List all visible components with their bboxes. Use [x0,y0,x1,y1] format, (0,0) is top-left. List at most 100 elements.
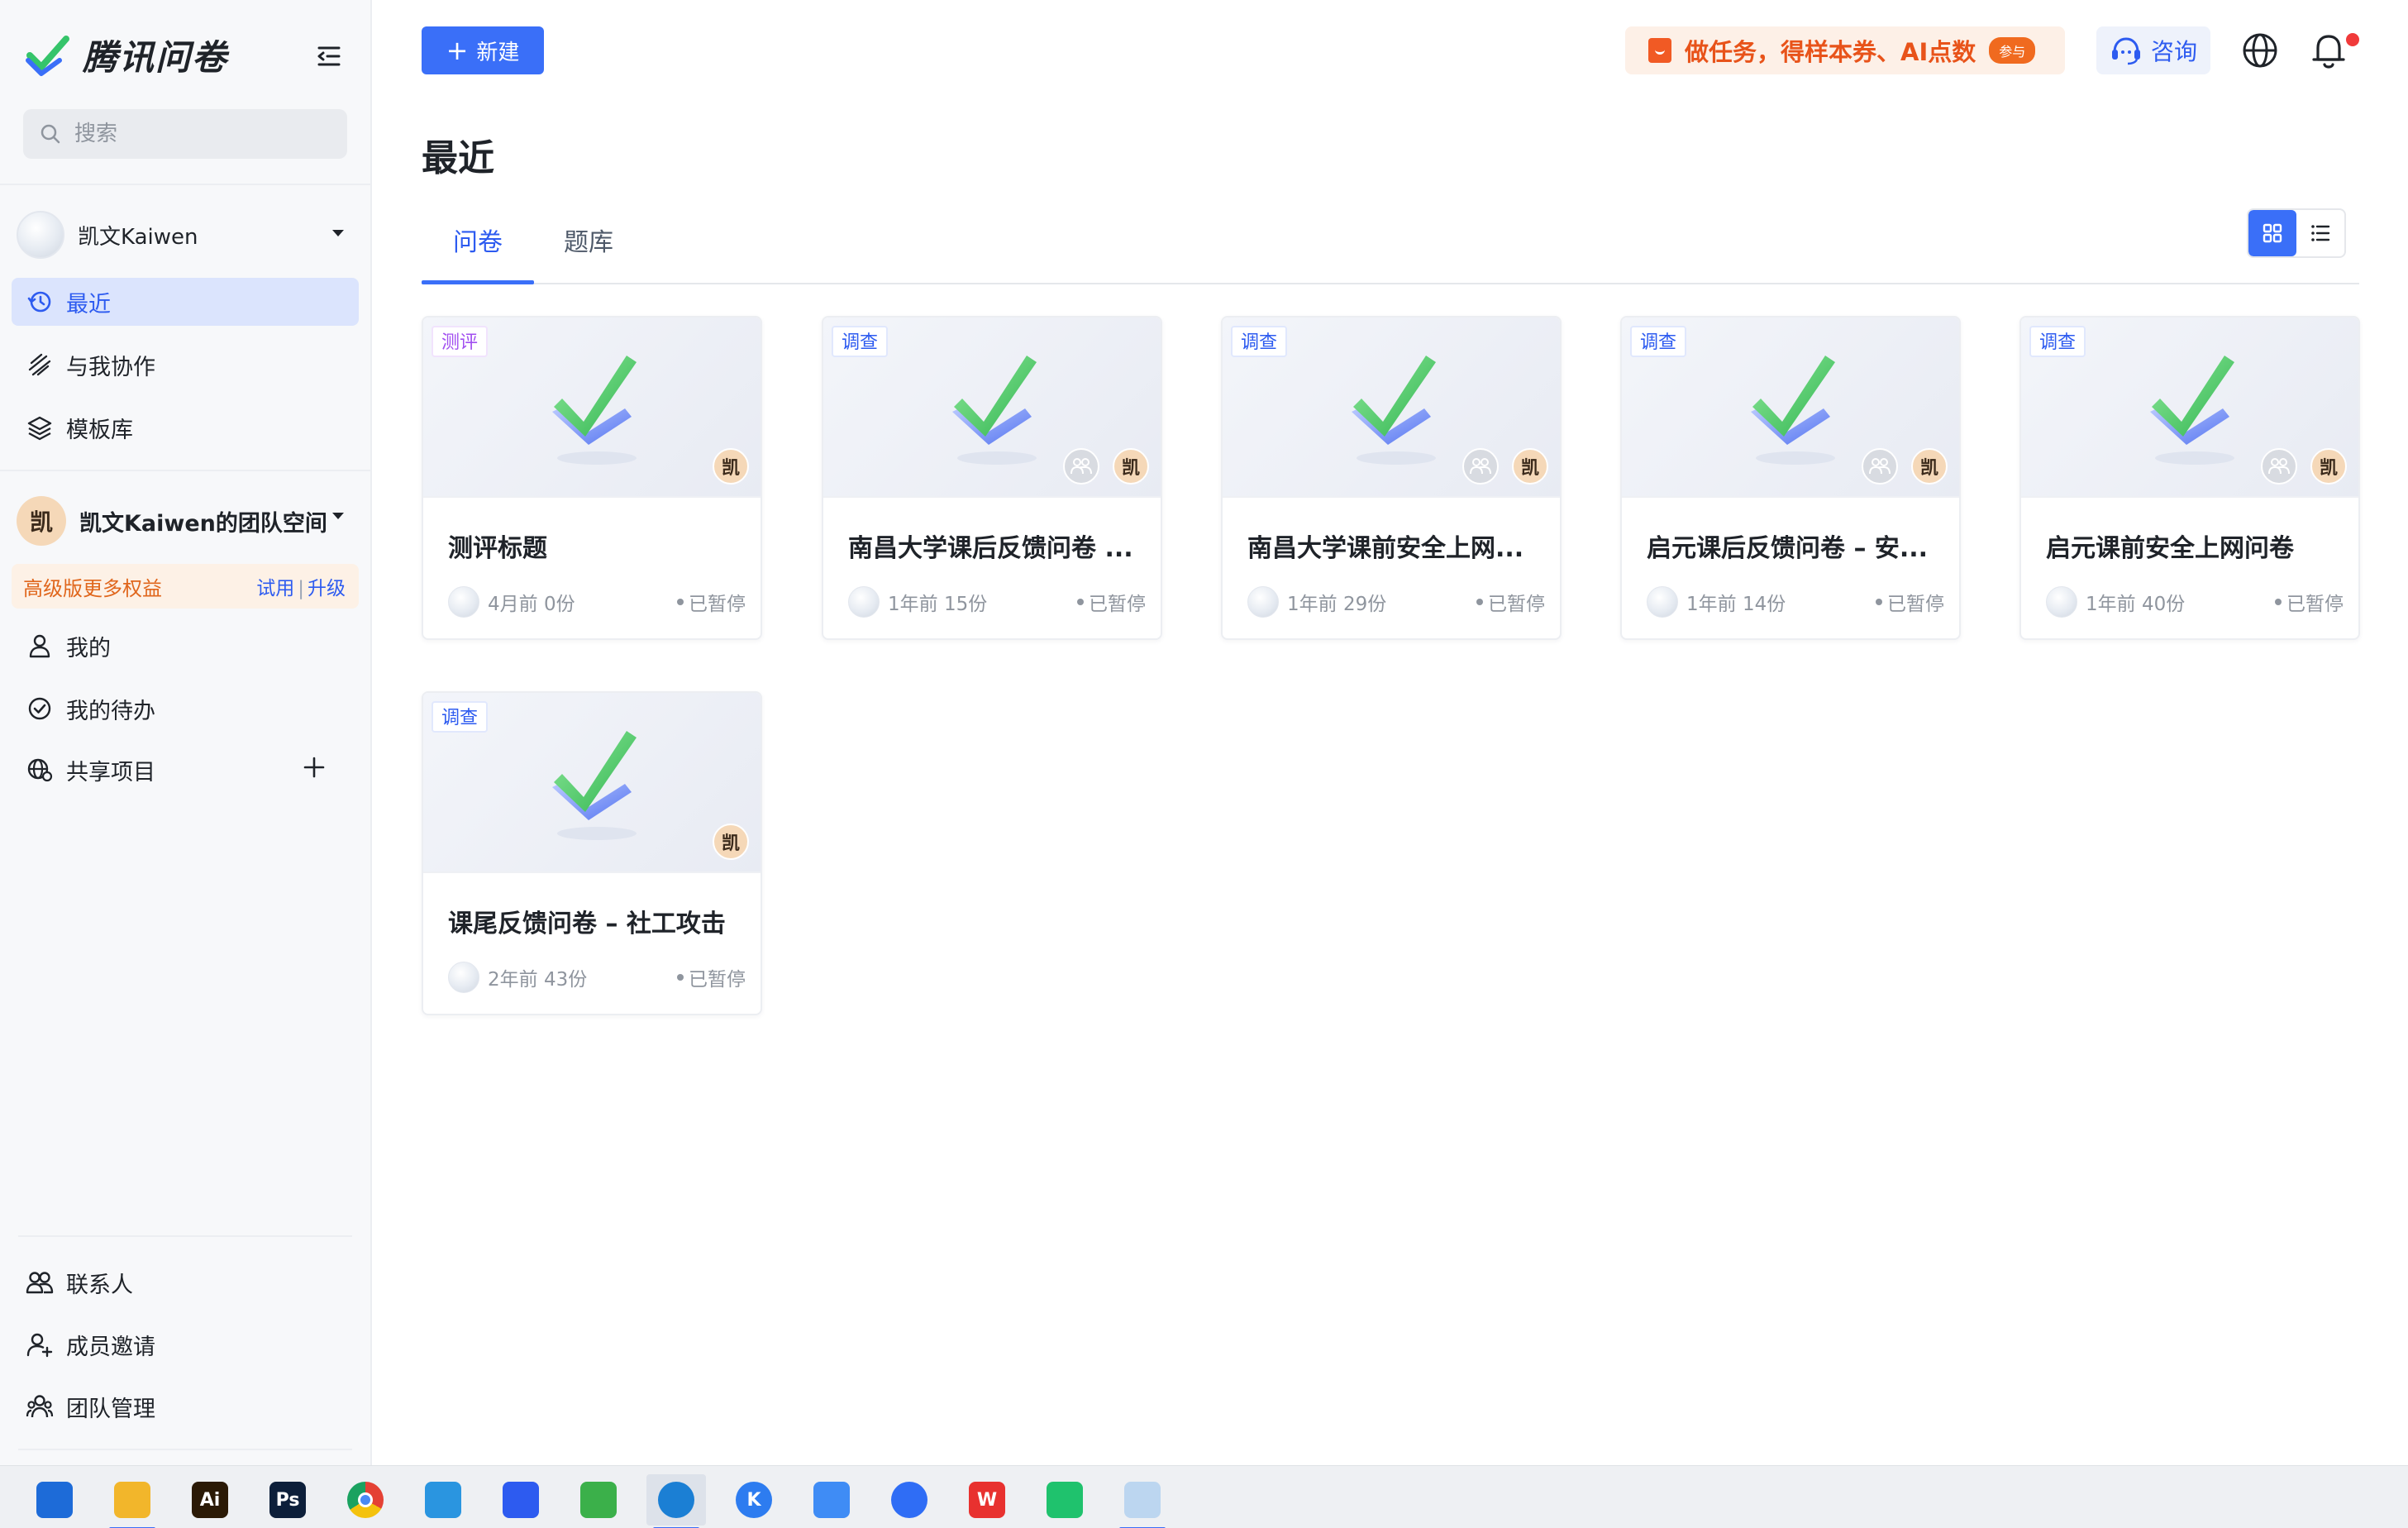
survey-card[interactable]: 调查 凯 启元课前安全上网问卷 1年前 40份 已暂停 [2019,316,2360,640]
creator-avatar [848,586,880,618]
file-explorer-icon [114,1482,150,1518]
sidebar-item-mine[interactable]: 我的 [12,622,359,670]
status-text: 已暂停 [689,594,746,615]
sidebar-item-label: 联系人 [66,1272,133,1298]
trial-link[interactable]: 试用 [256,578,294,599]
avatar-app-icon [1124,1482,1161,1518]
list-view-button[interactable] [2296,210,2344,256]
brand[interactable]: 腾讯问卷 [25,30,228,80]
illustrator-icon: Ai [192,1482,228,1518]
team-switcher[interactable]: 凯 凯文Kaiwen的团队空间 [17,494,355,547]
status-badge: 已暂停 [1876,588,1944,616]
card-title: 启元课后反馈问卷 – 安... [1647,534,1929,563]
taskbar-app[interactable] [1035,1474,1094,1526]
survey-check-icon [552,731,637,840]
owner-avatar: 凯 [713,824,749,860]
tab-question-bank[interactable]: 题库 [564,222,613,258]
card-type-tag: 调查 [1630,326,1687,357]
shared-globe-icon [25,755,55,785]
new-button-label: 新建 [476,40,520,65]
survey-card[interactable]: 调查 凯 课尾反馈问卷 – 社工攻击 2年前 43份 已暂停 [422,691,762,1015]
team-name: 凯文Kaiwen的团队空间 [79,510,327,537]
avatar [17,211,64,259]
status-text: 已暂停 [1488,594,1545,615]
owner-avatar: 凯 [1512,448,1548,485]
sidebar-item-shared[interactable]: 共享项目 [12,746,359,794]
creator-avatar [1247,586,1279,618]
history-icon [25,287,55,317]
taskbar-app[interactable] [1113,1474,1172,1528]
tab-surveys[interactable]: 问卷 [453,222,503,258]
k-app-icon: K [736,1482,772,1518]
sidebar-item-templates[interactable]: 模板库 [12,403,359,451]
sidebar-item-contacts[interactable]: 联系人 [12,1258,359,1306]
taskbar-app[interactable]: W [957,1474,1017,1526]
taskbar-app[interactable] [491,1474,551,1526]
page-title: 最近 [422,137,494,179]
taskbar-app[interactable]: Ps [258,1474,317,1526]
taskbar-app[interactable] [646,1474,706,1528]
card-meta: 1年前 29份 已暂停 [1247,585,1545,618]
sidebar-divider [0,470,370,471]
taskbar-app[interactable]: Ai [180,1474,240,1526]
creator-avatar [448,586,479,618]
photoshop-icon: Ps [269,1482,306,1518]
language-globe-icon[interactable] [2241,31,2279,69]
new-button[interactable]: + 新建 [422,26,544,74]
account-switcher[interactable]: 凯文Kaiwen [17,211,355,259]
search-input[interactable] [74,122,322,146]
sidebar-item-todo[interactable]: 我的待办 [12,685,359,733]
card-cover: 调查 凯 [2021,318,2358,498]
search-box[interactable] [23,109,347,159]
upsell-separator: | [298,578,304,599]
taskbar-app[interactable] [802,1474,861,1526]
promo-banner[interactable]: 做任务，得样本券、AI点数 参与 [1625,26,2065,74]
card-type-tag: 调查 [432,701,489,733]
headset-icon [2111,37,2140,65]
tab-bar: 问卷 题库 [422,212,2359,284]
survey-card[interactable]: 调查 凯 启元课后反馈问卷 – 安... 1年前 14份 已暂停 [1620,316,1961,640]
taskbar-app[interactable] [336,1474,395,1526]
taskbar-app[interactable]: K [724,1474,784,1526]
edge-green-icon [580,1482,617,1518]
card-meta: 1年前 14份 已暂停 [1647,585,1944,618]
status-text: 已暂停 [2286,594,2344,615]
layers-icon [25,413,55,442]
sidebar-item-team-manage[interactable]: 团队管理 [12,1382,359,1430]
grid-icon [2263,223,2282,243]
grid-view-button[interactable] [2248,210,2296,256]
card-title: 课尾反馈问卷 – 社工攻击 [448,910,726,938]
card-title: 南昌大学课前安全上网... [1247,534,1524,563]
survey-card[interactable]: 调查 凯 南昌大学课后反馈问卷 ... 1年前 15份 已暂停 [822,316,1162,640]
owner-avatar: 凯 [713,448,749,485]
taskbar-app[interactable] [103,1474,162,1528]
sidebar-item-invite[interactable]: 成员邀请 [12,1320,359,1368]
upsell-text: 高级版更多权益 [23,576,162,600]
sidebar-item-collaborate[interactable]: 与我协作 [12,341,359,389]
card-type-tag: 调查 [832,326,889,357]
taskbar-app[interactable] [569,1474,628,1526]
caret-down-icon [332,513,344,519]
plus-icon: + [446,35,469,66]
taskbar-app[interactable] [413,1474,473,1526]
survey-card[interactable]: 调查 凯 南昌大学课前安全上网... 1年前 29份 已暂停 [1221,316,1562,640]
upgrade-link[interactable]: 升级 [308,578,346,599]
consult-button[interactable]: 咨询 [2096,26,2210,74]
brand-name: 腾讯问卷 [83,37,229,78]
sidebar-divider [18,1235,352,1237]
contacts-icon [25,1268,55,1297]
promo-text: 做任务，得样本券、AI点数 [1685,38,1976,66]
add-shared-project-icon[interactable] [303,756,326,785]
list-icon [2311,225,2330,241]
sidebar: 腾讯问卷 凯文Kaiwen 最近 与我协作 [0,0,372,1465]
upsell-actions: 试用 | 升级 [256,572,346,600]
taskbar-app[interactable] [25,1474,84,1526]
card-type-tag: 测评 [432,326,489,357]
collaborator-avatar-icon [2261,448,2297,485]
survey-card[interactable]: 测评 凯 测评标题 4月前 0份 已暂停 [422,316,762,640]
collapse-sidebar-button[interactable] [312,41,346,71]
card-title: 南昌大学课后反馈问卷 ... [848,534,1133,563]
notification-bell-icon[interactable] [2310,30,2348,71]
taskbar-app[interactable] [880,1474,939,1526]
sidebar-item-recent[interactable]: 最近 [12,278,359,326]
